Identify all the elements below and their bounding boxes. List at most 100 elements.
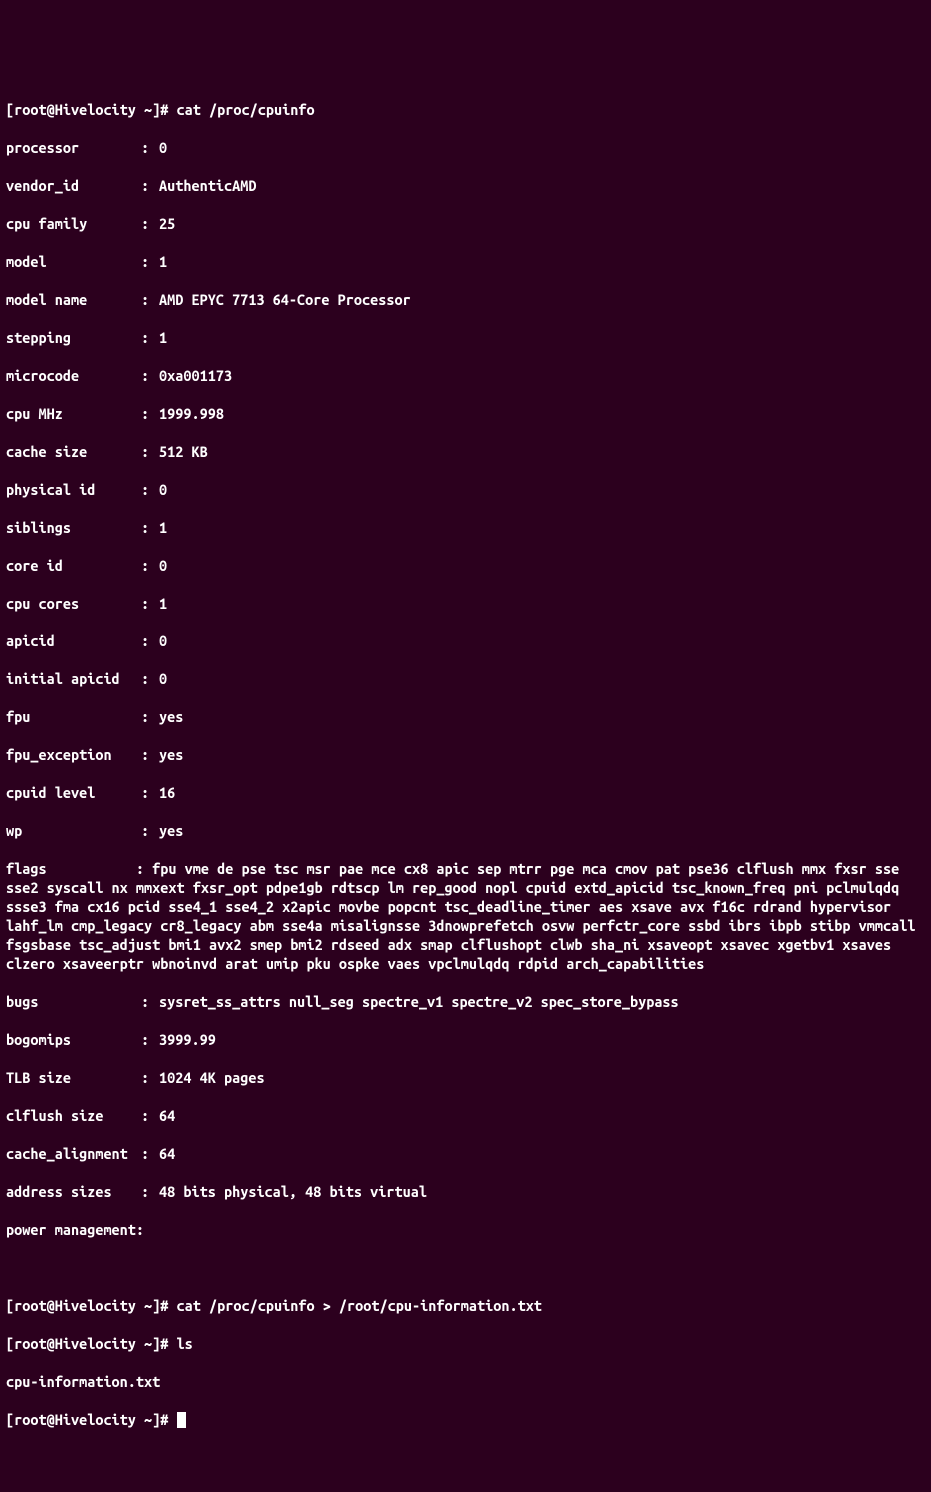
cpuinfo-core-id: core id:0	[6, 557, 925, 576]
cpuinfo-key: bugs	[6, 993, 141, 1012]
cpuinfo-val: 1	[159, 595, 167, 614]
cpuinfo-val: 0	[159, 557, 167, 576]
cpuinfo-key: processor	[6, 139, 141, 158]
cpuinfo-key: siblings	[6, 519, 141, 538]
cpuinfo-key: cpu cores	[6, 595, 141, 614]
cpuinfo-cpu-mhz: cpu MHz:1999.998	[6, 405, 925, 424]
cpuinfo-fpu: fpu:yes	[6, 708, 925, 727]
prompt-line-2: [root@Hivelocity ~]# cat /proc/cpuinfo >…	[6, 1297, 925, 1316]
cpuinfo-key: wp	[6, 822, 141, 841]
cpuinfo-val: 0	[159, 670, 167, 689]
cpuinfo-val: 1024 4K pages	[159, 1069, 265, 1088]
cpuinfo-val: 48 bits physical, 48 bits virtual	[159, 1183, 427, 1202]
cpuinfo-val: 0xa001173	[159, 367, 232, 386]
cpuinfo-cache-size: cache size:512 KB	[6, 443, 925, 462]
cpuinfo-sep: :	[141, 822, 159, 841]
cpuinfo-val: 1999.998	[159, 405, 224, 424]
cpuinfo-siblings: siblings:1	[6, 519, 925, 538]
cpuinfo-sep: :	[141, 177, 159, 196]
cpuinfo-val: yes	[159, 708, 183, 727]
cpuinfo-val: 1	[159, 253, 167, 272]
cpuinfo-key: address sizes	[6, 1183, 141, 1202]
cpuinfo-initial-apicid: initial apicid:0	[6, 670, 925, 689]
shell-prompt: [root@Hivelocity ~]#	[6, 101, 177, 118]
prompt-line-3: [root@Hivelocity ~]# ls	[6, 1335, 925, 1354]
cpuinfo-sep: :	[141, 215, 159, 234]
cpuinfo-key: cpu family	[6, 215, 141, 234]
cpuinfo-clflush-size: clflush size:64	[6, 1107, 925, 1126]
cpuinfo-key: power management:	[6, 1221, 144, 1240]
cpuinfo-val: 0	[159, 139, 167, 158]
cpuinfo-key: cache_alignment	[6, 1145, 141, 1164]
cpuinfo-sep: :	[141, 1069, 159, 1088]
cpuinfo-val: 1	[159, 329, 167, 348]
cpuinfo-power-management: power management:	[6, 1221, 925, 1240]
cpuinfo-sep: :	[141, 784, 159, 803]
cpuinfo-cache-alignment: cache_alignment:64	[6, 1145, 925, 1164]
cpuinfo-key: apicid	[6, 632, 141, 651]
cpuinfo-microcode: microcode:0xa001173	[6, 367, 925, 386]
cpuinfo-processor: processor:0	[6, 139, 925, 158]
cpuinfo-bogomips: bogomips:3999.99	[6, 1031, 925, 1050]
cpuinfo-val: 25	[159, 215, 175, 234]
shell-prompt: [root@Hivelocity ~]#	[6, 1297, 177, 1314]
cpuinfo-sep: :	[141, 632, 159, 651]
cpuinfo-val: 3999.99	[159, 1031, 216, 1050]
cpuinfo-val: 1	[159, 519, 167, 538]
cpuinfo-key: fpu_exception	[6, 746, 141, 765]
ls-output: cpu-information.txt	[6, 1373, 925, 1392]
cpuinfo-key: clflush size	[6, 1107, 141, 1126]
cpuinfo-fpu-exception: fpu_exception:yes	[6, 746, 925, 765]
cpuinfo-sep: :	[141, 557, 159, 576]
cpuinfo-sep: :	[141, 443, 159, 462]
cpuinfo-vendor-id: vendor_id:AuthenticAMD	[6, 177, 925, 196]
cpuinfo-val: yes	[159, 822, 183, 841]
cpuinfo-stepping: stepping:1	[6, 329, 925, 348]
shell-prompt: [root@Hivelocity ~]#	[6, 1335, 177, 1352]
cpuinfo-cpuid-level: cpuid level:16	[6, 784, 925, 803]
cpuinfo-sep: :	[141, 1145, 159, 1164]
cpuinfo-cpu-cores: cpu cores:1	[6, 595, 925, 614]
cpuinfo-sep: :	[141, 481, 159, 500]
cpuinfo-apicid: apicid:0	[6, 632, 925, 651]
cursor-icon	[177, 1412, 186, 1428]
cpuinfo-val: 512 KB	[159, 443, 208, 462]
cpuinfo-sep: :	[141, 405, 159, 424]
cpuinfo-model: model:1	[6, 253, 925, 272]
cpuinfo-sep: :	[141, 746, 159, 765]
cpuinfo-sep: :	[141, 291, 159, 310]
cpuinfo-key: model name	[6, 291, 141, 310]
cpuinfo-flags: flags : fpu vme de pse tsc msr pae mce c…	[6, 860, 925, 974]
prompt-line-4[interactable]: [root@Hivelocity ~]#	[6, 1411, 925, 1430]
cpuinfo-val: AMD EPYC 7713 64-Core Processor	[159, 291, 411, 310]
cpuinfo-sep: :	[141, 595, 159, 614]
cpuinfo-sep: :	[141, 670, 159, 689]
cpuinfo-bugs: bugs:sysret_ss_attrs null_seg spectre_v1…	[6, 993, 925, 1012]
cpuinfo-model-name: model name:AMD EPYC 7713 64-Core Process…	[6, 291, 925, 310]
cpuinfo-physical-id: physical id:0	[6, 481, 925, 500]
cpuinfo-sep: :	[141, 519, 159, 538]
cpuinfo-sep: :	[141, 329, 159, 348]
cpuinfo-wp: wp:yes	[6, 822, 925, 841]
cpuinfo-key: core id	[6, 557, 141, 576]
cpuinfo-val: 16	[159, 784, 175, 803]
cpuinfo-val: 0	[159, 481, 167, 500]
command-text: cat /proc/cpuinfo	[177, 101, 315, 118]
cpuinfo-key: cpu MHz	[6, 405, 141, 424]
shell-prompt: [root@Hivelocity ~]#	[6, 1411, 177, 1428]
prompt-line-1: [root@Hivelocity ~]# cat /proc/cpuinfo	[6, 101, 925, 120]
cpuinfo-key: model	[6, 253, 141, 272]
blank-line	[6, 1259, 925, 1278]
cpuinfo-key: vendor_id	[6, 177, 141, 196]
cpuinfo-val: 64	[159, 1145, 175, 1164]
cpuinfo-cpu-family: cpu family:25	[6, 215, 925, 234]
command-text: ls	[177, 1335, 193, 1352]
cpuinfo-key: TLB size	[6, 1069, 141, 1088]
cpuinfo-sep: :	[141, 708, 159, 727]
cpuinfo-address-sizes: address sizes:48 bits physical, 48 bits …	[6, 1183, 925, 1202]
cpuinfo-val: sysret_ss_attrs null_seg spectre_v1 spec…	[159, 993, 679, 1012]
cpuinfo-key: initial apicid	[6, 670, 141, 689]
terminal-output[interactable]: [root@Hivelocity ~]# cat /proc/cpuinfo p…	[6, 82, 925, 1449]
cpuinfo-key: physical id	[6, 481, 141, 500]
cpuinfo-val: AuthenticAMD	[159, 177, 256, 196]
